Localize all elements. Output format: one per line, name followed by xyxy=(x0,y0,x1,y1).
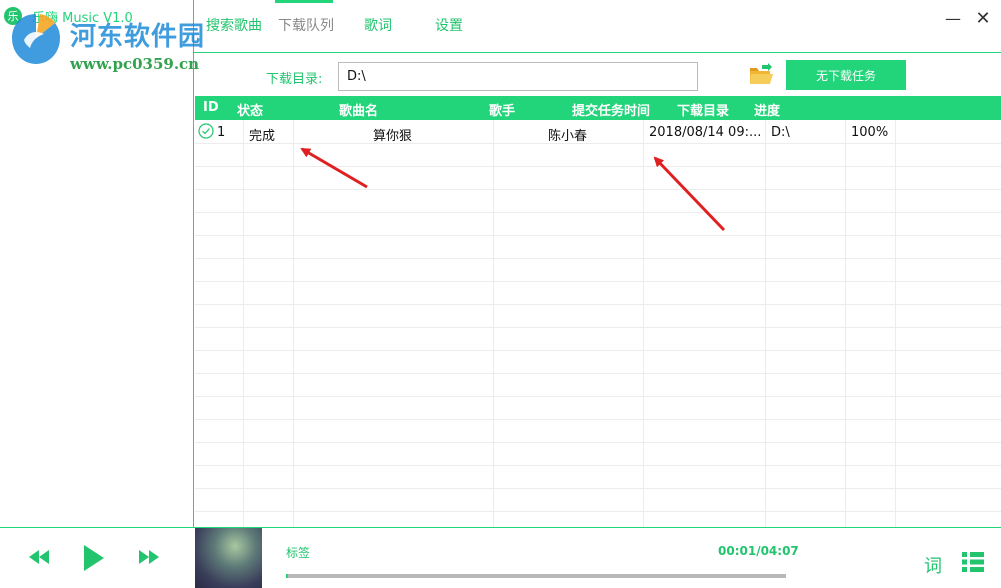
minimize-button[interactable]: — xyxy=(944,9,962,28)
open-folder-icon[interactable] xyxy=(748,63,774,87)
table-header: ID 状态 歌曲名 歌手 提交任务时间 下载目录 进度 xyxy=(195,96,1001,120)
grid-line xyxy=(195,350,1001,351)
player-bar: 标签 00:01/04:07 词 xyxy=(0,527,1001,588)
watermark-title: 河东软件园 xyxy=(70,22,206,52)
grid-line xyxy=(195,511,1001,512)
grid-line xyxy=(195,419,1001,420)
grid-line xyxy=(195,281,1001,282)
playlist-icon[interactable] xyxy=(962,552,984,572)
grid-line xyxy=(195,235,1001,236)
tab-label[interactable]: 设置 xyxy=(435,15,463,35)
close-button[interactable]: ✕ xyxy=(974,8,992,29)
download-table: ID 状态 歌曲名 歌手 提交任务时间 下载目录 进度 1 完成 算你狠 陈小春… xyxy=(195,96,1001,527)
progress-bar[interactable] xyxy=(286,574,786,578)
check-circle-icon xyxy=(198,123,214,139)
cell-progress: 100% xyxy=(851,125,889,140)
cell-singer: 陈小春 xyxy=(548,129,588,144)
download-task-button[interactable]: 无下载任务 xyxy=(786,60,906,90)
grid-line xyxy=(195,143,1001,144)
download-dir-label: 下载目录: xyxy=(266,72,323,87)
tab-divider xyxy=(194,52,1001,53)
play-icon[interactable] xyxy=(82,544,106,572)
previous-icon[interactable] xyxy=(27,548,51,566)
watermark-logo-icon xyxy=(12,14,60,64)
download-dir-input[interactable]: D:\ xyxy=(338,62,698,91)
grid-line xyxy=(195,212,1001,213)
cell-time: 2018/08/14 09:... xyxy=(649,125,762,140)
grid-line xyxy=(195,396,1001,397)
next-icon[interactable] xyxy=(137,548,161,566)
cell-song: 算你狠 xyxy=(373,129,413,144)
watermark-url: www.pc0359.cn xyxy=(70,55,200,73)
grid-line xyxy=(195,189,1001,190)
column-header-progress[interactable]: 进度 xyxy=(754,100,780,119)
album-art[interactable] xyxy=(195,528,262,588)
column-header-singer[interactable]: 歌手 xyxy=(489,100,515,119)
column-header-status[interactable]: 状态 xyxy=(237,100,263,119)
grid-line xyxy=(195,373,1001,374)
column-header-time[interactable]: 提交任务时间 xyxy=(572,100,650,119)
track-time: 00:01/04:07 xyxy=(718,544,799,558)
cell-dir: D:\ xyxy=(771,125,790,140)
grid-line xyxy=(195,327,1001,328)
lyrics-button[interactable]: 词 xyxy=(924,552,942,578)
progress-fill xyxy=(286,574,288,578)
left-panel xyxy=(0,0,194,527)
column-header-song[interactable]: 歌曲名 xyxy=(339,100,378,119)
grid-line xyxy=(195,166,1001,167)
cell-id: 1 xyxy=(217,125,226,140)
tab-label[interactable]: 搜索歌曲 xyxy=(206,15,262,35)
track-title: 标签 xyxy=(286,546,311,560)
cell-status: 完成 xyxy=(249,129,276,144)
grid-line xyxy=(195,465,1001,466)
grid-line xyxy=(195,304,1001,305)
tab-label[interactable]: 下载队列 xyxy=(278,15,334,35)
active-tab-indicator xyxy=(275,0,333,3)
tab-label[interactable]: 歌词 xyxy=(364,15,392,35)
grid-line xyxy=(195,442,1001,443)
column-header-dir[interactable]: 下载目录 xyxy=(677,100,729,119)
table-row[interactable]: 1 完成 算你狠 陈小春 2018/08/14 09:... D:\ 100% xyxy=(195,120,1001,144)
watermark: 河东软件园 www.pc0359.cn xyxy=(6,10,204,73)
column-header-id[interactable]: ID xyxy=(203,100,219,115)
grid-line xyxy=(195,488,1001,489)
grid-line xyxy=(195,258,1001,259)
